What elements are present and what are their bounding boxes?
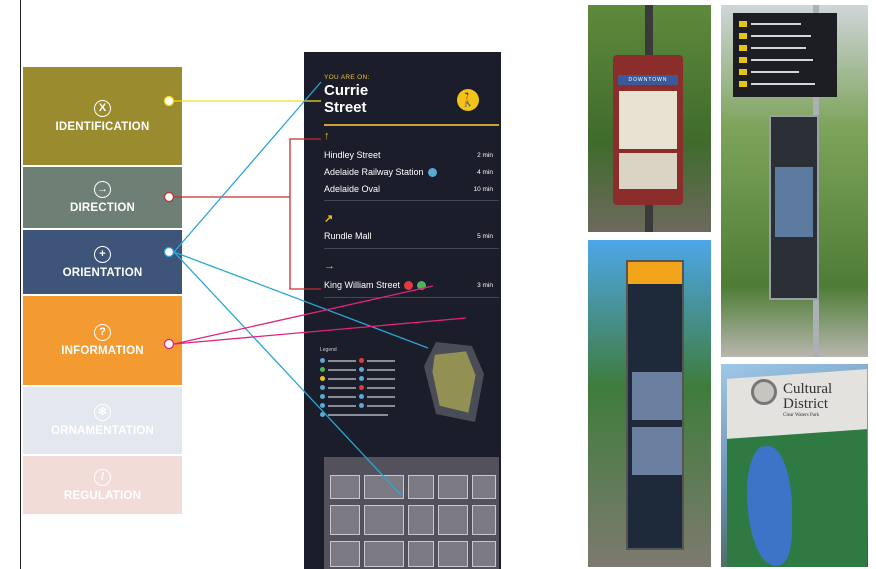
crosshair-circle-icon: +	[94, 245, 111, 263]
category-label: REGULATION	[63, 489, 142, 502]
category-identification: X IDENTIFICATION	[23, 67, 182, 165]
downtown-label: DOWNTOWN	[618, 75, 678, 85]
local-map	[324, 457, 499, 569]
destination-time: 2 min	[477, 152, 493, 159]
question-circle-icon: ?	[94, 324, 111, 341]
arrow-up-right-icon: ↗	[324, 213, 334, 225]
divider	[324, 248, 499, 249]
bus-icon	[404, 281, 414, 291]
train-icon	[427, 168, 437, 178]
divider	[324, 124, 499, 126]
photo-downtown-sign: DOWNTOWN	[588, 5, 711, 232]
snowflake-circle-icon: ✻	[94, 404, 111, 421]
destination-name: Adelaide Railway Station	[324, 167, 437, 178]
destination-time: 4 min	[477, 169, 493, 176]
destination-time: 10 min	[473, 186, 493, 193]
category-label: INFORMATION	[61, 345, 144, 357]
category-label: DIRECTION	[69, 202, 136, 214]
map-legend: Legend	[320, 347, 420, 419]
divider	[324, 200, 499, 201]
photo-totem-sign	[588, 240, 711, 567]
category-orientation: + ORIENTATION	[23, 230, 182, 294]
destination-name: Rundle Mall	[324, 231, 372, 241]
destination-time: 3 min	[477, 282, 493, 289]
category-label: ORIENTATION	[62, 266, 143, 279]
overview-map	[424, 342, 484, 422]
destination-name: Hindley Street	[324, 150, 381, 160]
slash-circle-icon: /	[94, 468, 111, 486]
cultural-district-title: Cultural District Clear Waters Park	[783, 381, 833, 419]
street-name-line1: Currie	[324, 82, 369, 99]
destination-time: 5 min	[477, 233, 493, 240]
pedestrian-icon: 🚶	[457, 89, 479, 111]
street-name-line2: Street	[324, 99, 367, 116]
frame-line	[20, 0, 21, 569]
wayfinding-sign: YOU ARE ON: Currie Street 🚶 ↑ Hindley St…	[304, 52, 501, 569]
legend-title: Legend	[320, 347, 337, 353]
category-regulation: / REGULATION	[23, 456, 182, 514]
category-direction: → DIRECTION	[23, 167, 182, 228]
street-name: Currie Street	[324, 82, 444, 116]
photo-blade-and-kiosk	[721, 5, 868, 357]
destination-name: Adelaide Oval	[324, 184, 381, 194]
you-are-on-label: YOU ARE ON:	[324, 74, 370, 81]
category-label: ORNAMENTATION	[50, 425, 155, 437]
close-circle-icon: X	[94, 99, 111, 117]
city-seal-icon	[751, 379, 777, 405]
photo-cultural-district-sign: Cultural District Clear Waters Park	[721, 364, 868, 567]
arrow-up-icon: ↑	[324, 130, 330, 142]
tram-icon	[417, 281, 427, 291]
category-information: ? INFORMATION	[23, 296, 182, 385]
arrow-right-circle-icon: →	[94, 181, 111, 198]
category-ornamentation: ✻ ORNAMENTATION	[23, 387, 182, 454]
arrow-right-icon: →	[324, 260, 335, 272]
category-label: IDENTIFICATION	[55, 120, 150, 133]
destination-name: King William Street	[324, 280, 427, 291]
divider	[324, 297, 499, 298]
